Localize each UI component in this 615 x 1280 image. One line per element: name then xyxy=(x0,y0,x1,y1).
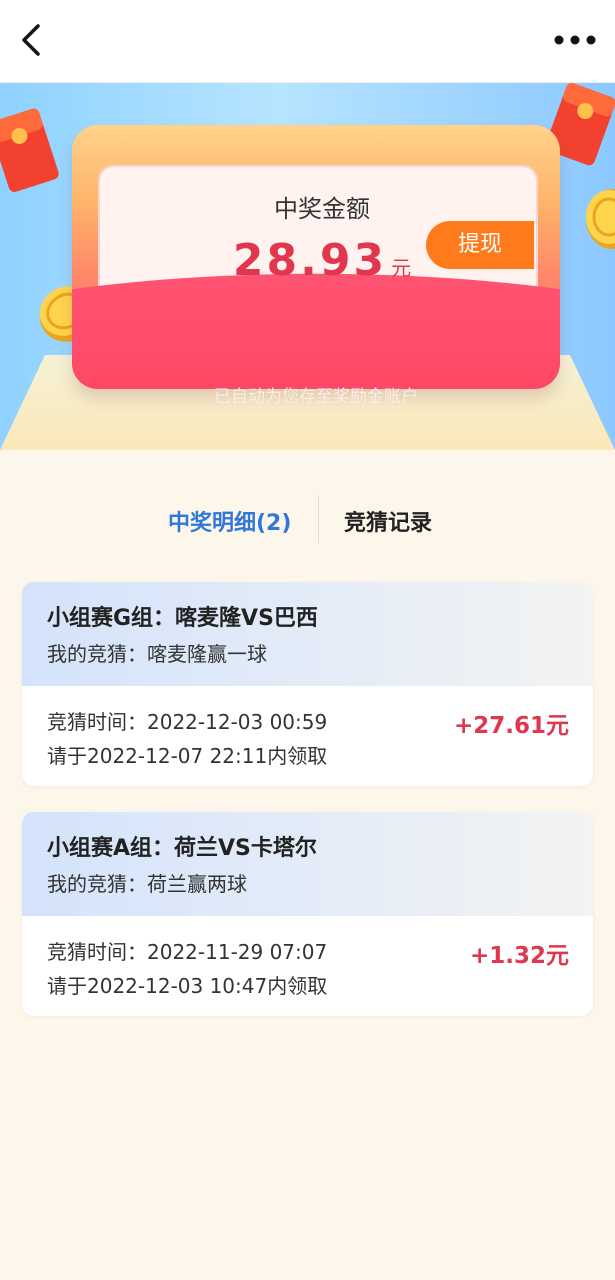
guess-time: 竞猜时间：2022-12-03 00:59 xyxy=(47,710,328,734)
claim-deadline: 请于2022-12-07 22:11内领取 xyxy=(47,744,328,768)
tab-bar: 中奖明细(2) 竞猜记录 xyxy=(0,495,615,545)
gold-coin-icon xyxy=(586,189,615,249)
tab-divider xyxy=(318,495,319,543)
red-envelope-icon xyxy=(0,108,59,192)
prize-record-item[interactable]: 小组赛G组：喀麦隆VS巴西 我的竞猜：喀麦隆赢一球 竞猜时间：2022-12-0… xyxy=(22,582,593,786)
prize-banner: 中奖金额 28.93 元 提现 已自动为您存至奖励金账户 xyxy=(0,83,615,450)
back-button[interactable] xyxy=(14,20,54,60)
tab-prize-details[interactable]: 中奖明细(2) xyxy=(168,505,291,537)
more-horizontal-icon xyxy=(554,35,596,45)
record-header: 小组赛A组：荷兰VS卡塔尔 我的竞猜：荷兰赢两球 xyxy=(22,812,593,916)
claim-deadline: 请于2022-12-03 10:47内领取 xyxy=(47,974,328,998)
top-nav-bar xyxy=(0,0,615,83)
match-title: 小组赛A组：荷兰VS卡塔尔 xyxy=(47,836,317,861)
record-prize-amount: +27.61元 xyxy=(453,713,569,739)
record-prize-amount: +1.32元 xyxy=(469,943,569,969)
my-guess: 我的竞猜：喀麦隆赢一球 xyxy=(47,642,267,666)
tab-guess-records[interactable]: 竞猜记录 xyxy=(344,505,432,537)
prize-card: 中奖金额 28.93 元 提现 已自动为您存至奖励金账户 xyxy=(72,125,560,407)
chevron-left-icon xyxy=(22,24,40,56)
my-guess: 我的竞猜：荷兰赢两球 xyxy=(47,872,247,896)
prize-amount-display: 28.93 元 xyxy=(222,235,422,286)
prize-record-item[interactable]: 小组赛A组：荷兰VS卡塔尔 我的竞猜：荷兰赢两球 竞猜时间：2022-11-29… xyxy=(22,812,593,1016)
match-title: 小组赛G组：喀麦隆VS巴西 xyxy=(47,606,318,631)
amount-unit: 元 xyxy=(391,256,412,280)
withdraw-button[interactable]: 提现 xyxy=(426,221,534,269)
auto-deposit-note: 已自动为您存至奖励金账户 xyxy=(214,387,418,407)
prize-amount: 28.93 xyxy=(232,235,388,286)
prize-label: 中奖金额 xyxy=(274,195,370,223)
guess-time: 竞猜时间：2022-11-29 07:07 xyxy=(47,940,328,964)
more-button[interactable] xyxy=(553,28,597,52)
record-header: 小组赛G组：喀麦隆VS巴西 我的竞猜：喀麦隆赢一球 xyxy=(22,582,593,686)
